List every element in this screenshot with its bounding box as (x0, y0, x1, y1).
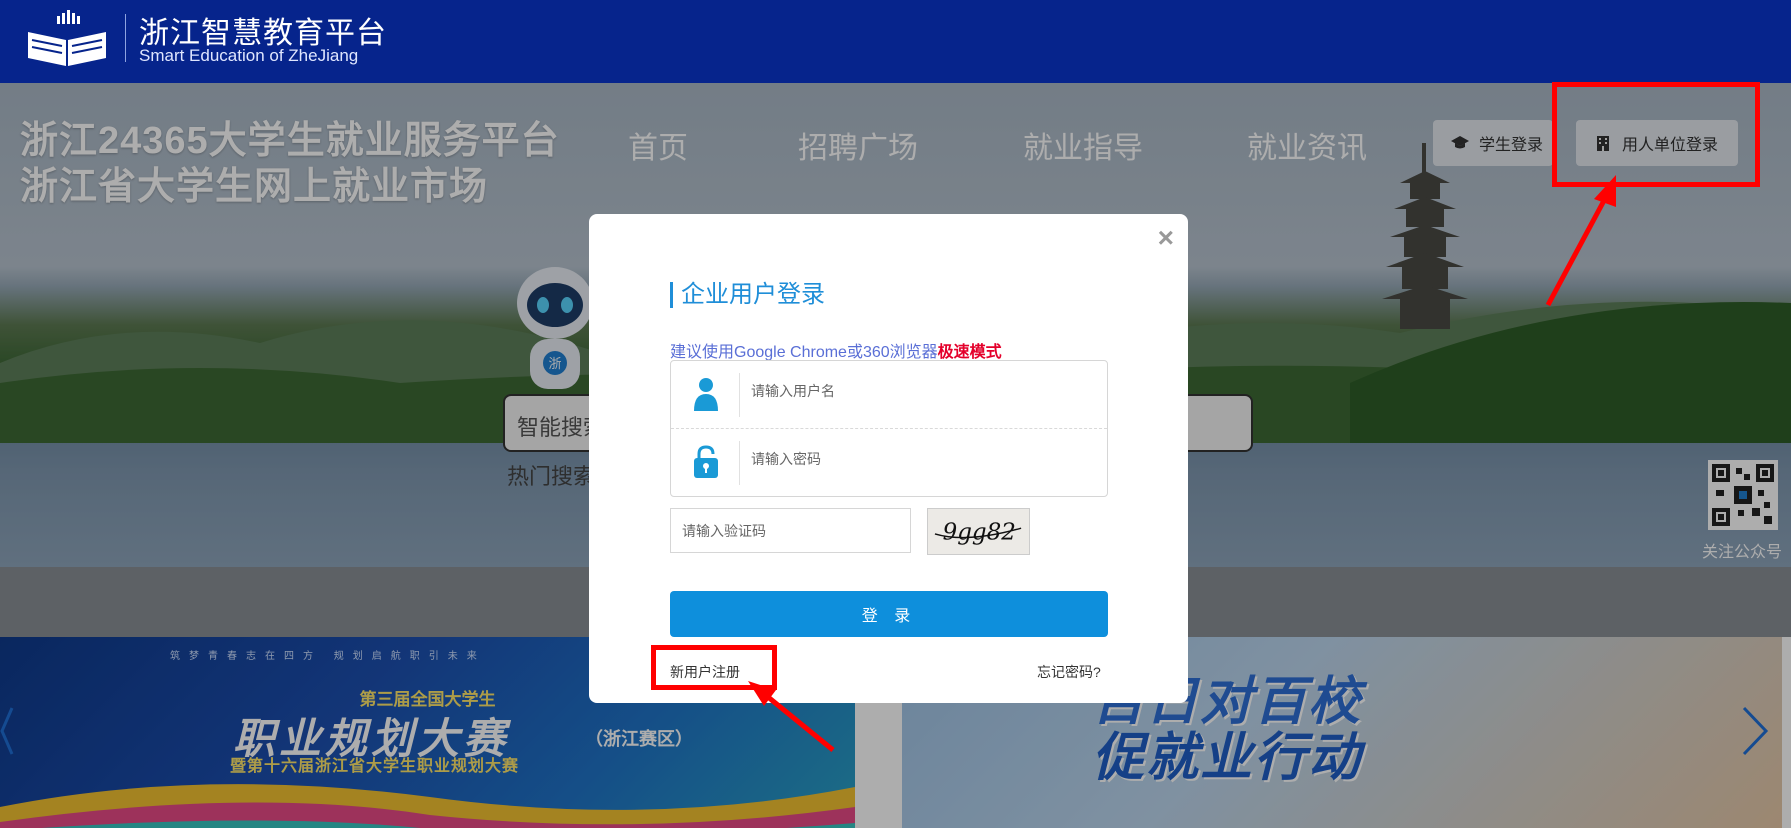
browser-hint-mode: 极速模式 (937, 344, 1002, 361)
username-divider (739, 373, 740, 417)
username-input[interactable] (751, 383, 1081, 399)
captcha-image[interactable]: 9gg82 (927, 508, 1030, 555)
captcha-input[interactable] (670, 508, 911, 553)
logo-divider (125, 14, 126, 62)
password-input[interactable] (751, 451, 1081, 467)
lock-icon (694, 445, 718, 478)
top-header: 浙江智慧教育平台 Smart Education of ZheJiang (0, 0, 1791, 83)
enterprise-login-dialog: × 企业用户登录 建议使用Google Chrome或360浏览器极速模式 9g… (589, 214, 1188, 703)
login-button[interactable]: 登 录 (670, 591, 1108, 637)
register-highlight (651, 645, 777, 690)
employer-login-highlight (1552, 82, 1760, 187)
book-logo-icon (28, 10, 106, 66)
credentials-box (670, 360, 1108, 497)
username-row (671, 361, 1107, 429)
password-divider (739, 441, 740, 485)
browser-hint-text: 建议使用Google Chrome或360浏览器 (670, 344, 938, 361)
forgot-password-link[interactable]: 忘记密码? (1037, 662, 1101, 682)
platform-subtitle: Smart Education of ZheJiang (139, 46, 359, 65)
browser-hint: 建议使用Google Chrome或360浏览器极速模式 (670, 338, 1002, 362)
close-icon[interactable]: × (1158, 222, 1174, 254)
user-icon (694, 378, 718, 411)
password-row (671, 429, 1107, 497)
dialog-title: 企业用户登录 (670, 282, 825, 308)
